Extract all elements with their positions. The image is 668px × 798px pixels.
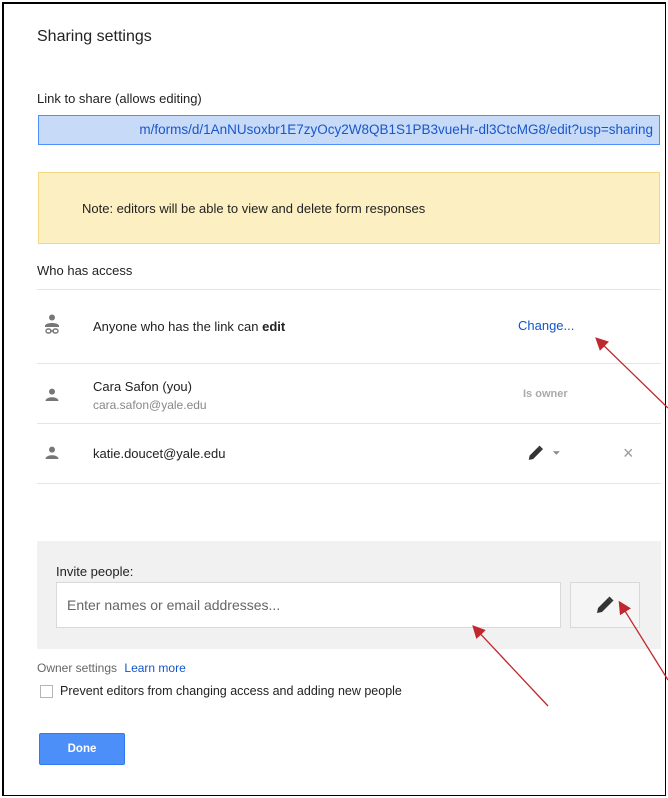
owner-role-label: Is owner [523, 388, 568, 400]
owner-settings: Owner settings Learn more [37, 661, 186, 675]
owner-email: cara.safon@yale.edu [93, 398, 207, 412]
learn-more-link[interactable]: Learn more [124, 661, 185, 675]
invite-panel: Invite people: [37, 541, 661, 649]
link-person-icon [43, 312, 61, 338]
who-has-access-label: Who has access [37, 263, 133, 278]
dialog-title: Sharing settings [37, 28, 152, 45]
invite-input[interactable] [56, 582, 561, 628]
link-label: Link to share (allows editing) [37, 91, 202, 106]
change-link[interactable]: Change... [518, 318, 574, 333]
link-access-text: Anyone who has the link can edit [93, 319, 285, 334]
pencil-icon [597, 596, 614, 613]
divider [37, 363, 661, 364]
person-icon [43, 382, 61, 408]
share-link-field[interactable]: m/forms/d/1AnNUsoxbr1E7zyOcy2W8QB1S1PB3v… [38, 115, 660, 145]
owner-name: Cara Safon (you) [93, 379, 192, 394]
prevent-editors-checkbox[interactable] [40, 684, 53, 698]
pencil-icon [528, 445, 544, 460]
editor-permission-dropdown[interactable] [527, 441, 561, 465]
invite-permission-button[interactable] [570, 582, 640, 628]
divider [37, 289, 661, 290]
prevent-editors-label: Prevent editors from changing access and… [60, 684, 402, 698]
remove-editor-button[interactable]: × [623, 443, 634, 463]
divider [37, 423, 661, 424]
divider [37, 483, 661, 484]
invite-label: Invite people: [56, 564, 134, 579]
link-access-prefix: Anyone who has the link can [93, 319, 263, 334]
done-button[interactable]: Done [39, 733, 125, 765]
editor-email: katie.doucet@yale.edu [93, 446, 226, 461]
editors-note: Note: editors will be able to view and d… [38, 172, 660, 244]
person-icon [43, 440, 61, 466]
link-access-level: edit [262, 319, 286, 334]
chevron-down-icon [553, 451, 561, 455]
owner-settings-label: Owner settings [37, 661, 118, 675]
prevent-editors-option[interactable]: Prevent editors from changing access and… [40, 684, 402, 698]
